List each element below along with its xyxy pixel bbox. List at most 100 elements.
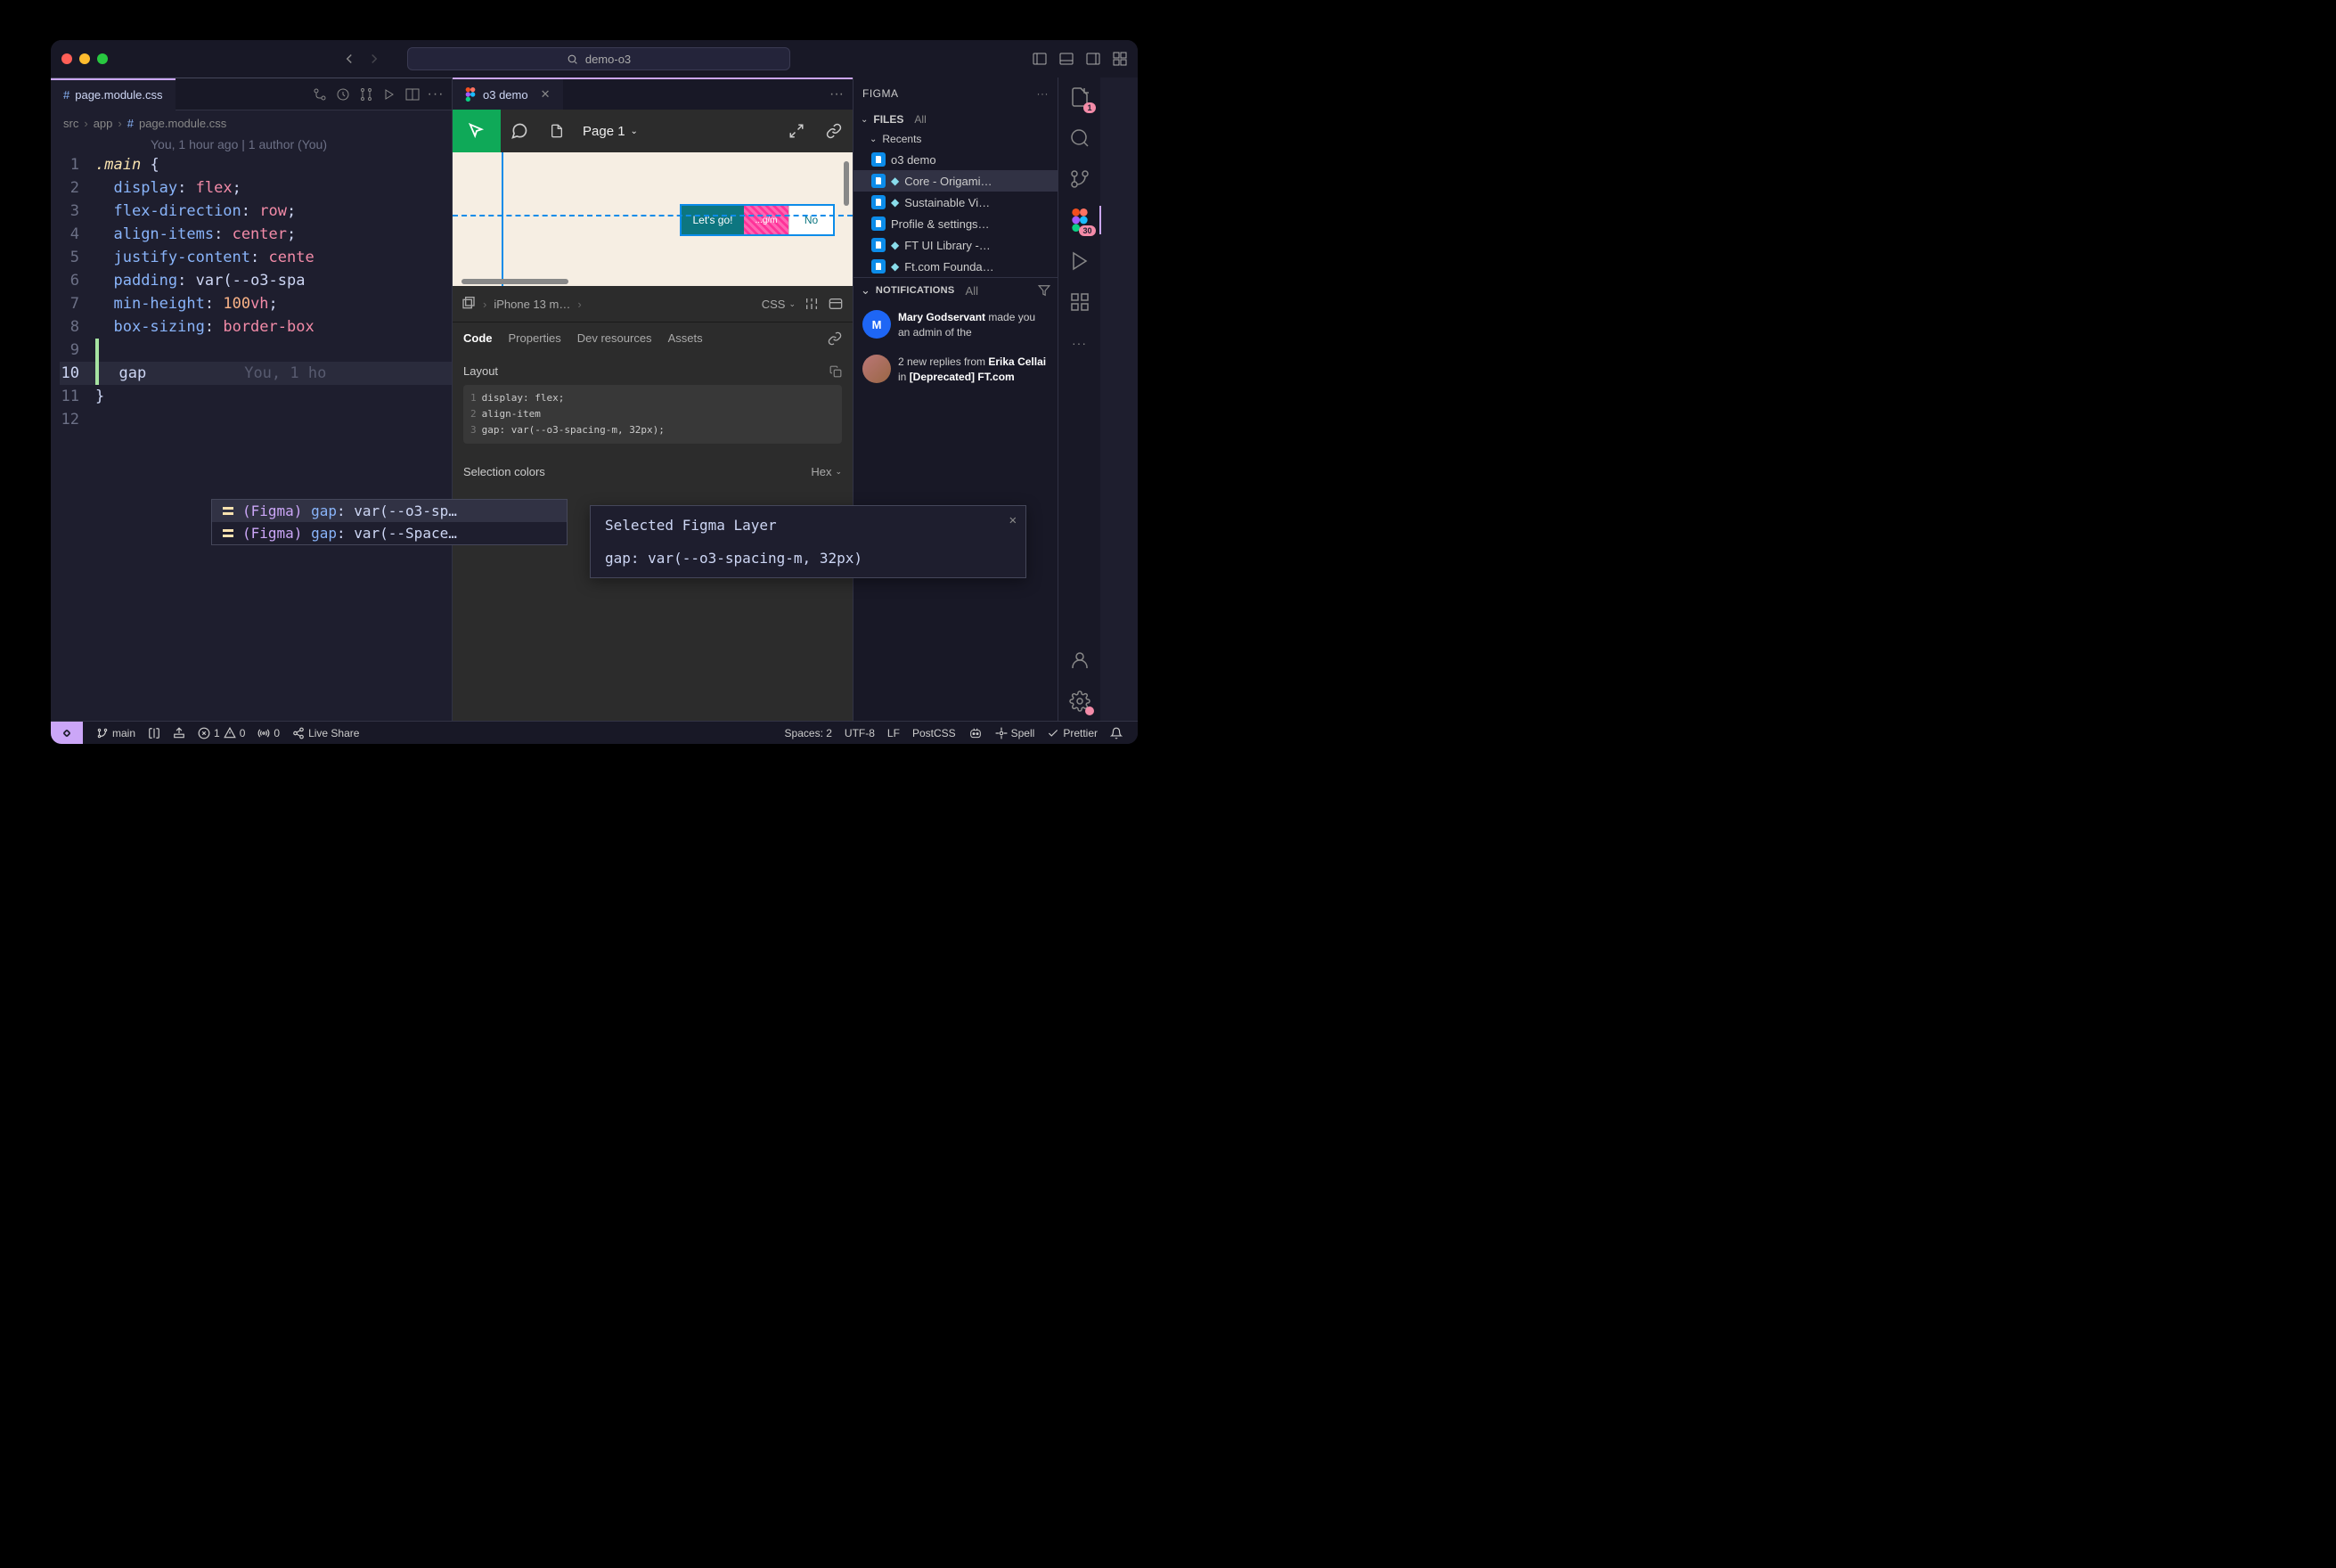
eol-button[interactable]: LF <box>881 726 906 740</box>
nav-forward-button[interactable] <box>366 51 382 67</box>
sidebar-section-recents[interactable]: ⌄ Recents <box>854 129 1058 149</box>
maximize-window-button[interactable] <box>97 53 108 64</box>
editor-tabbar: # page.module.css ··· <box>51 78 452 110</box>
chevron-down-icon: ⌄ <box>870 135 877 144</box>
account-icon[interactable] <box>1067 648 1092 673</box>
split-editor-icon[interactable] <box>405 87 420 102</box>
figma-extension-icon[interactable]: 30 <box>1067 208 1092 233</box>
badge: 30 <box>1079 225 1095 236</box>
figma-comment-tool[interactable] <box>501 110 538 152</box>
component-icon: ◆ <box>891 175 899 187</box>
tab-dev-resources[interactable]: Dev resources <box>577 331 652 345</box>
figma-page-selector[interactable]: Page 1 ⌄ <box>576 124 645 139</box>
sidebar-item[interactable]: Profile & settings… <box>854 213 1058 234</box>
more-icon[interactable]: ··· <box>429 87 443 102</box>
command-center[interactable]: demo-o3 <box>407 47 790 70</box>
close-icon[interactable]: ✕ <box>1009 513 1017 527</box>
figma-breadcrumb[interactable]: iPhone 13 m… <box>494 298 570 311</box>
figma-selected-frame[interactable]: Let's go! ...g/m No <box>680 204 835 236</box>
tab-properties[interactable]: Properties <box>509 331 561 345</box>
copy-icon[interactable] <box>829 365 842 378</box>
editor-tab[interactable]: # page.module.css <box>51 78 176 110</box>
layout-sidebar-right-icon[interactable] <box>1086 52 1100 66</box>
tab-code[interactable]: Code <box>463 331 493 345</box>
hover-tooltip: ✕ Selected Figma Layer gap: var(--o3-spa… <box>590 505 1026 578</box>
notification-item[interactable]: M Mary Godservant made you an admin of t… <box>854 303 1058 347</box>
indentation-button[interactable]: Spaces: 2 <box>779 726 838 740</box>
scrollbar-vertical[interactable] <box>844 161 849 206</box>
figma-lang-selector[interactable]: CSS ⌄ <box>762 298 796 311</box>
sidebar-toggle-icon[interactable] <box>828 297 844 311</box>
tooltip-title: Selected Figma Layer <box>605 517 1011 534</box>
layout-panel-icon[interactable] <box>1059 52 1074 66</box>
autocomplete-item[interactable]: (Figma) gap: var(--o3-sp… <box>212 500 567 522</box>
gitlens-annotation[interactable]: You, 1 hour ago | 1 author (You) <box>51 135 452 153</box>
search-icon <box>567 53 578 65</box>
more-actions-icon[interactable] <box>359 87 373 102</box>
git-sync-button[interactable] <box>142 727 167 739</box>
sidebar-item[interactable]: ◆Core - Origami… <box>854 170 1058 192</box>
more-icon[interactable]: ··· <box>1037 87 1050 100</box>
figma-tab-label: o3 demo <box>483 88 528 102</box>
more-icon[interactable]: ··· <box>1067 331 1092 355</box>
sidebar-section-notifications[interactable]: ⌄ NOTIFICATIONS All <box>854 277 1058 303</box>
autocomplete-popup[interactable]: (Figma) gap: var(--o3-sp… (Figma) gap: v… <box>211 499 568 545</box>
copilot-button[interactable] <box>962 726 989 740</box>
run-icon[interactable] <box>382 87 396 102</box>
breadcrumb[interactable]: src› app› # page.module.css <box>51 110 452 135</box>
figma-tab[interactable]: o3 demo ✕ <box>453 79 563 110</box>
prettier-button[interactable]: Prettier <box>1041 726 1104 740</box>
figma-logo-icon <box>465 87 476 102</box>
run-debug-icon[interactable] <box>1067 249 1092 274</box>
figma-link-icon[interactable] <box>815 110 853 152</box>
command-center-text: demo-o3 <box>585 53 631 66</box>
figma-canvas[interactable]: Let's go! ...g/m No <box>453 152 853 286</box>
extensions-icon[interactable] <box>1067 290 1092 314</box>
scrollbar-horizontal[interactable] <box>461 279 568 284</box>
liveshare-button[interactable]: Live Share <box>286 727 365 739</box>
explorer-icon[interactable]: 1 <box>1067 85 1092 110</box>
source-control-icon[interactable] <box>1067 167 1092 192</box>
git-compare-icon[interactable] <box>313 87 327 102</box>
avatar: M <box>862 310 891 339</box>
chevron-down-icon: ⌄ <box>631 127 638 136</box>
sidebar-section-files[interactable]: ⌄ FILES All <box>854 110 1058 129</box>
link-plus-icon[interactable] <box>828 331 842 346</box>
layers-icon[interactable] <box>461 297 476 311</box>
language-mode-button[interactable]: PostCSS <box>906 726 962 740</box>
figma-code-block[interactable]: 1display: flex; 2align-item 3gap: var(--… <box>463 385 842 444</box>
settings-gear-icon[interactable] <box>1067 689 1092 714</box>
snippet-icon <box>221 527 235 541</box>
more-icon[interactable]: ··· <box>829 86 853 102</box>
encoding-button[interactable]: UTF-8 <box>838 726 881 740</box>
color-format-selector[interactable]: Hex ⌄ <box>811 465 842 478</box>
code-editor[interactable]: 1.main { 2 display: flex; 3 flex-directi… <box>51 153 452 431</box>
tab-assets[interactable]: Assets <box>668 331 703 345</box>
close-icon[interactable]: ✕ <box>541 87 551 102</box>
filter-icon[interactable] <box>1038 284 1050 297</box>
settings-icon[interactable] <box>805 297 819 311</box>
problems-button[interactable]: 1 0 <box>192 727 251 739</box>
autocomplete-item[interactable]: (Figma) gap: var(--Space… <box>212 522 567 544</box>
tooltip-body: gap: var(--o3-spacing-m, 32px) <box>605 550 1011 567</box>
sidebar-item[interactable]: ◆Sustainable Vi… <box>854 192 1058 213</box>
figma-expand-icon[interactable] <box>778 110 815 152</box>
sidebar-item[interactable]: o3 demo <box>854 149 1058 170</box>
figma-cursor-tool[interactable] <box>453 110 501 152</box>
minimize-window-button[interactable] <box>79 53 90 64</box>
git-stash-button[interactable] <box>167 727 192 739</box>
remote-button[interactable] <box>51 722 83 745</box>
layout-sidebar-left-icon[interactable] <box>1033 52 1047 66</box>
sidebar-item[interactable]: ◆Ft.com Founda… <box>854 256 1058 277</box>
sidebar-item[interactable]: ◆FT UI Library -… <box>854 234 1058 256</box>
spell-button[interactable]: Spell <box>989 726 1041 740</box>
notifications-button[interactable] <box>1104 726 1129 740</box>
layout-customize-icon[interactable] <box>1113 52 1127 66</box>
timeline-icon[interactable] <box>336 87 350 102</box>
close-window-button[interactable] <box>61 53 72 64</box>
ports-button[interactable]: 0 <box>251 727 286 739</box>
notification-item[interactable]: 2 new replies from Erika Cellai in [Depr… <box>854 347 1058 392</box>
git-branch-button[interactable]: main <box>90 727 142 739</box>
nav-back-button[interactable] <box>341 51 357 67</box>
search-icon[interactable] <box>1067 126 1092 151</box>
